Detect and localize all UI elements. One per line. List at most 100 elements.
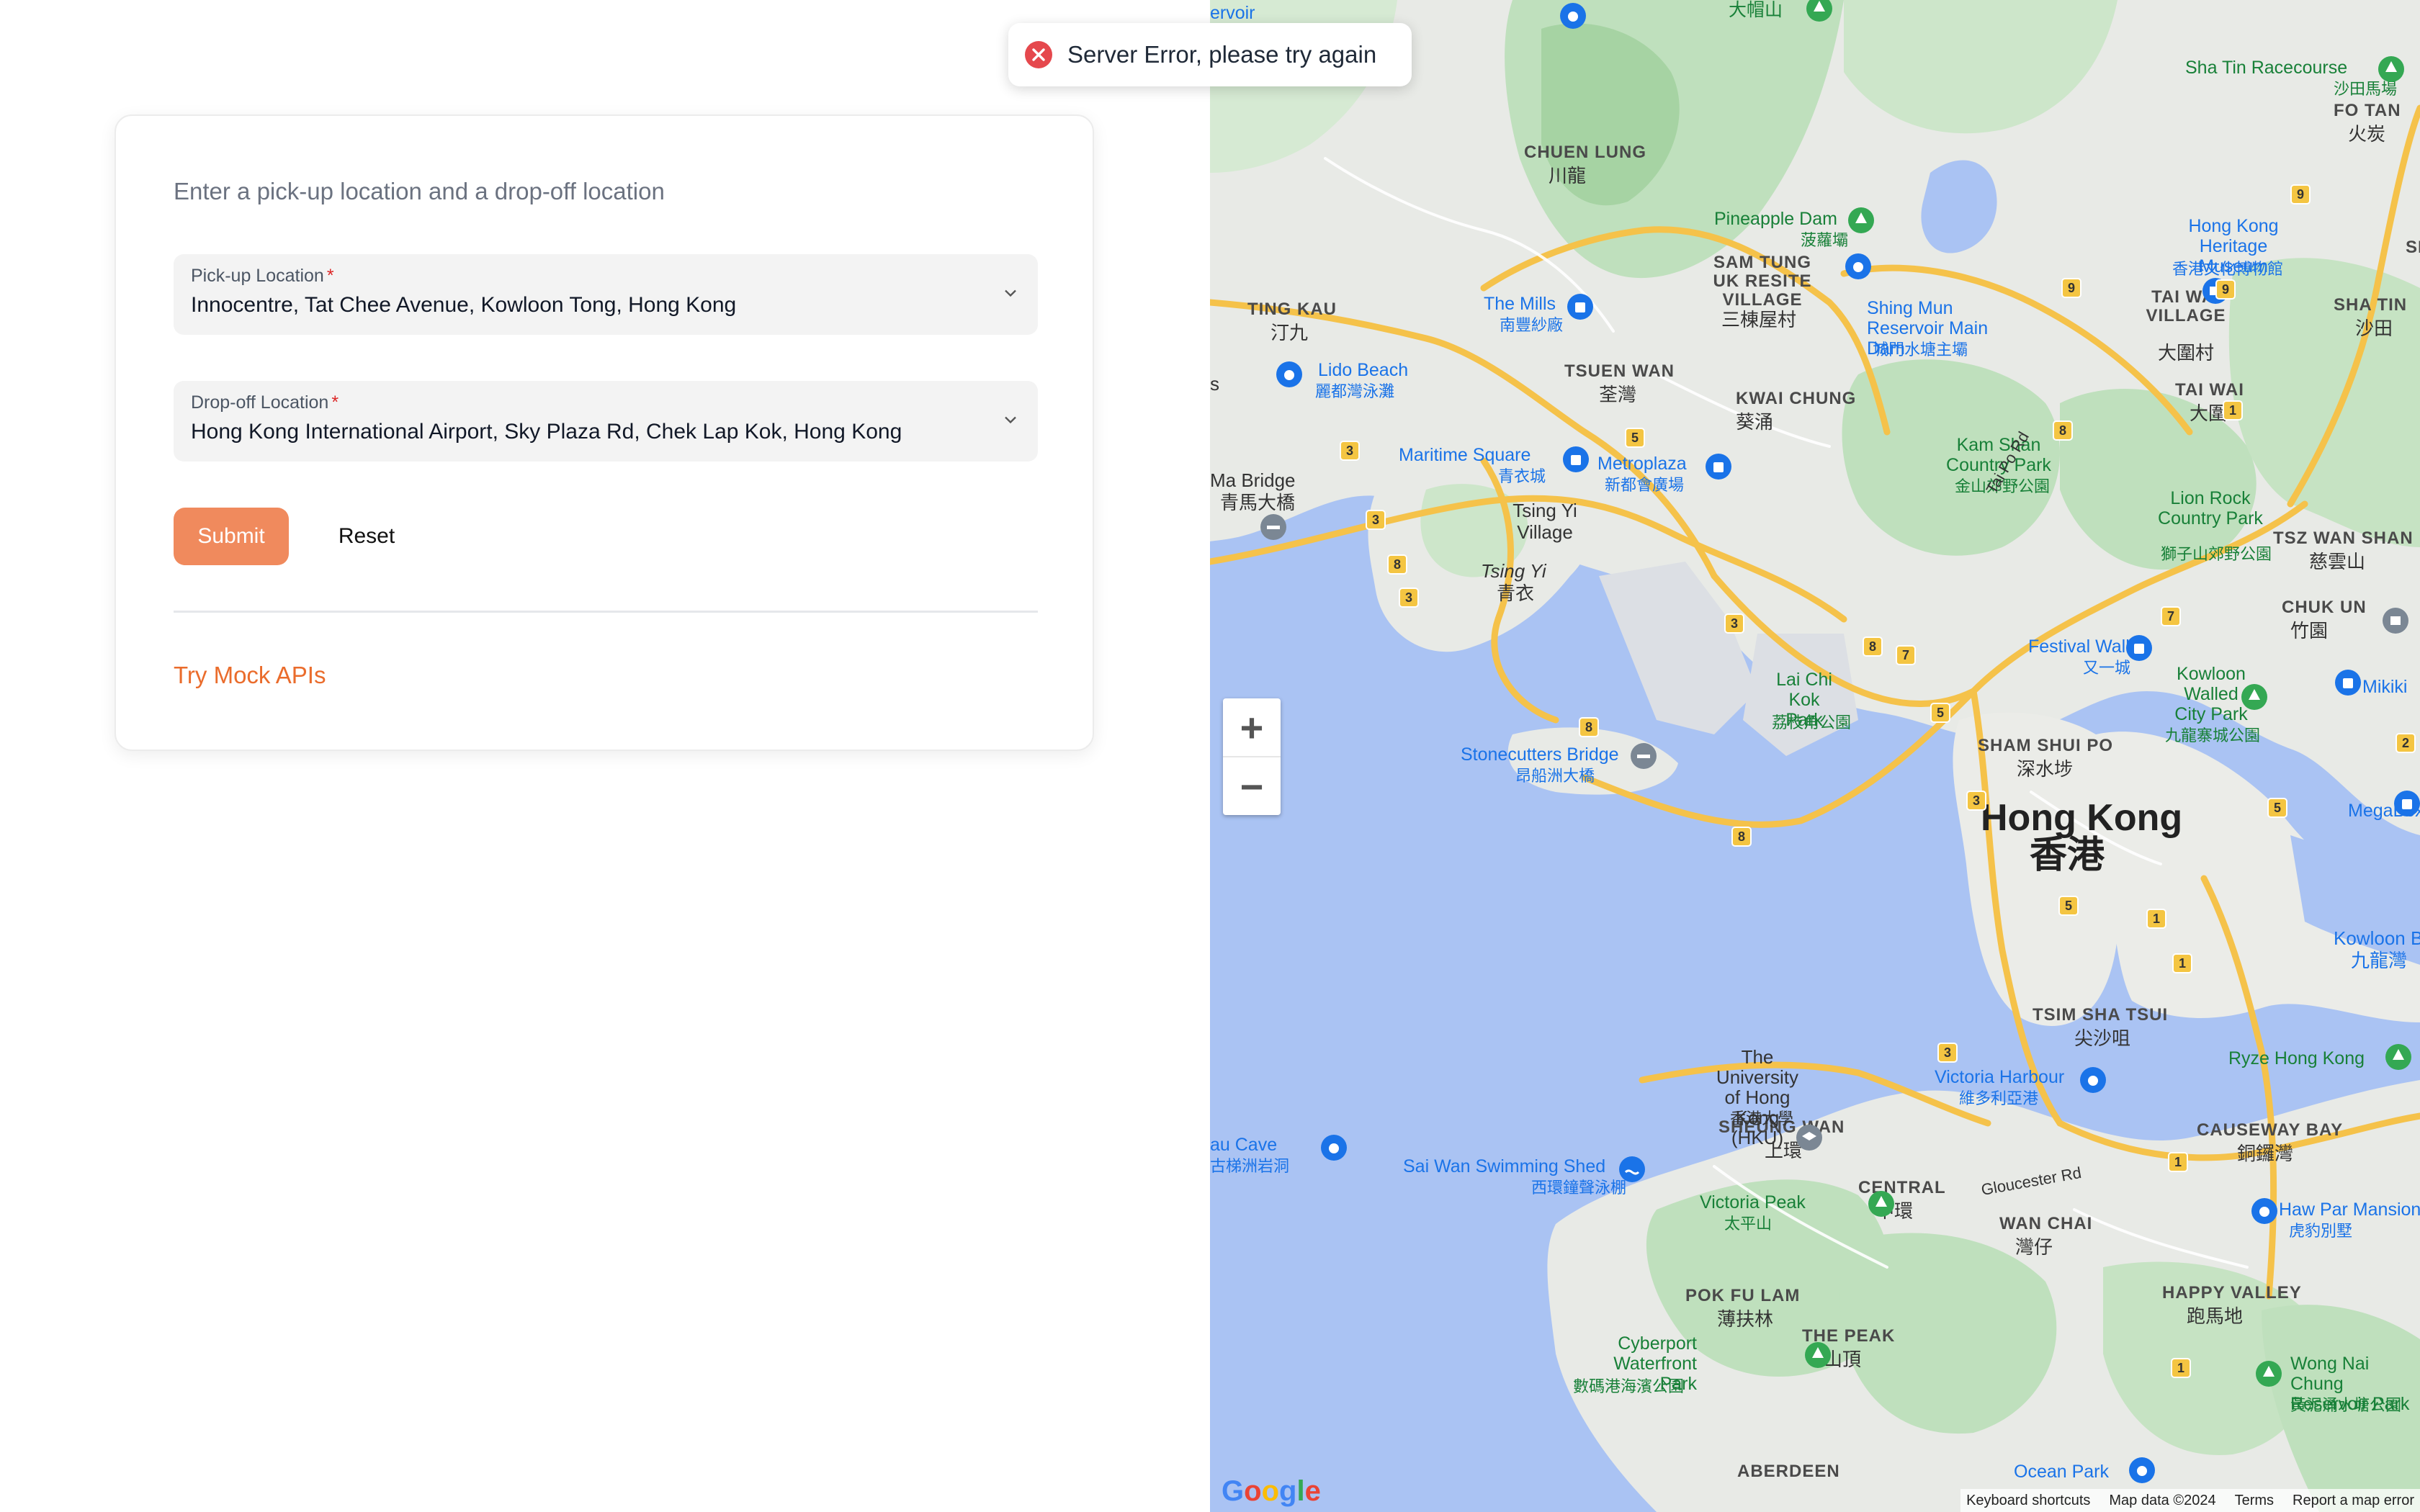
shopping-marker-icon[interactable] — [1561, 445, 1590, 474]
submit-button[interactable]: Submit — [174, 508, 289, 565]
camera-marker-icon[interactable] — [2079, 1066, 2107, 1094]
map-poi[interactable]: 虎豹別墅 — [2289, 1218, 2352, 1241]
shopping-marker-icon[interactable] — [1566, 292, 1595, 321]
camera-marker-icon[interactable] — [1559, 1, 1587, 30]
map-label: TSZ WAN SHAN — [2273, 528, 2414, 548]
try-mock-apis-link[interactable]: Try Mock APIs — [174, 662, 326, 689]
bridge-marker-icon[interactable] — [1629, 742, 1658, 770]
map-poi[interactable]: Victoria Peak — [1700, 1192, 1806, 1213]
bridge-marker-icon[interactable] — [1259, 513, 1288, 541]
google-map[interactable]: + − ervoir 大帽山 CHUEN LUNG 川龍 TING KAU 汀九… — [1210, 0, 2420, 1512]
temple-marker-icon[interactable] — [2381, 606, 2410, 635]
dropoff-location-select[interactable]: Drop-off Location * Hong Kong Internation… — [174, 381, 1038, 462]
map-poi[interactable]: 九龍寨城公園 — [2165, 723, 2260, 746]
shopping-marker-icon[interactable] — [2393, 789, 2420, 818]
map-poi[interactable]: The University of Hong Kong (HKU) — [1707, 1047, 1808, 1148]
map-poi[interactable]: 麗都灣泳灘 — [1315, 379, 1394, 402]
map-poi[interactable]: Lion Rock Country Park — [2149, 488, 2272, 528]
map-label: 葵涌 — [1736, 411, 1774, 433]
map-poi[interactable]: Ryze Hong Kong — [2228, 1048, 2365, 1069]
shopping-marker-icon[interactable] — [2334, 668, 2362, 697]
map-poi[interactable]: Lido Beach — [1318, 360, 1408, 381]
camera-marker-icon[interactable] — [2128, 1456, 2156, 1485]
map-poi[interactable]: 黃泥涌水塘公園 — [2290, 1392, 2401, 1416]
chevron-down-icon[interactable] — [1000, 283, 1021, 303]
park-marker-icon[interactable] — [2377, 55, 2406, 84]
map-poi[interactable]: 數碼港海濱公園 — [1573, 1374, 1684, 1397]
pool-marker-icon[interactable] — [1618, 1155, 1646, 1184]
map-label: 銅鑼灣 — [2237, 1143, 2294, 1164]
park-marker-icon[interactable] — [1847, 206, 1876, 235]
map-poi[interactable]: Pineapple Dam — [1714, 209, 1837, 230]
map-poi[interactable]: Metroplaza — [1597, 454, 1687, 474]
google-logo[interactable]: Google — [1222, 1475, 1321, 1508]
map-label: s — [1210, 373, 1219, 395]
school-marker-icon[interactable] — [1795, 1123, 1824, 1152]
required-mark: * — [331, 392, 339, 413]
map-zoom-control: + − — [1223, 698, 1281, 815]
park-marker-icon[interactable] — [1867, 1189, 1896, 1218]
map-poi[interactable]: 青衣城 — [1498, 464, 1546, 487]
terms-link[interactable]: Terms — [2235, 1493, 2274, 1509]
route-shield: 9 — [2061, 278, 2081, 298]
route-shield: 3 — [1340, 441, 1360, 461]
park-marker-icon[interactable] — [2254, 1359, 2283, 1388]
shopping-marker-icon[interactable] — [1704, 452, 1733, 481]
park-marker-icon[interactable] — [2384, 1043, 2413, 1071]
map-poi[interactable]: 太平山 — [1724, 1211, 1772, 1234]
chevron-down-icon[interactable] — [1000, 410, 1021, 430]
pickup-location-label: Pick-up Location * — [191, 266, 334, 286]
map-poi[interactable]: 菠蘿壩 — [1801, 228, 1848, 251]
map-poi[interactable]: Maritime Square — [1399, 445, 1531, 466]
map-poi[interactable]: 古梯洲岩洞 — [1210, 1153, 1289, 1176]
keyboard-shortcuts-link[interactable]: Keyboard shortcuts — [1966, 1493, 2090, 1509]
zoom-out-button[interactable]: − — [1223, 757, 1281, 815]
map-poi[interactable]: 維多利亞港 — [1959, 1086, 2038, 1109]
reset-button[interactable]: Reset — [323, 508, 410, 565]
map-poi[interactable]: au Cave — [1210, 1135, 1277, 1156]
route-shield: 8 — [1863, 636, 1883, 657]
route-shield: 1 — [2223, 400, 2243, 420]
report-map-error-link[interactable]: Report a map error — [2293, 1493, 2414, 1509]
map-poi[interactable]: 獅子山郊野公園 — [2161, 541, 2272, 564]
route-shield: 8 — [1731, 827, 1752, 847]
map-poi[interactable]: Sha Tin Racecourse — [2185, 58, 2347, 78]
map-label: 九龍灣 — [2351, 950, 2408, 971]
map-label: 荃灣 — [1599, 384, 1637, 405]
route-shield: 3 — [1966, 791, 1986, 811]
map-poi[interactable]: Festival Walk — [2028, 636, 2135, 657]
map-poi[interactable]: Stonecutters Bridge — [1461, 744, 1619, 765]
map-label: 大帽山 — [1729, 0, 1783, 20]
map-label: 汀九 — [1270, 322, 1309, 343]
zoom-in-button[interactable]: + — [1223, 698, 1281, 756]
route-shield: 5 — [1930, 703, 1950, 723]
map-poi[interactable]: Mikiki — [2362, 677, 2408, 698]
map-poi[interactable]: Ocean Park — [2014, 1462, 2109, 1482]
map-poi[interactable]: 西環鐘聲泳棚 — [1531, 1175, 1626, 1198]
map-label: 薄扶林 — [1717, 1308, 1774, 1330]
map-label: 青衣 — [1497, 582, 1535, 604]
camera-marker-icon[interactable] — [1844, 252, 1873, 281]
map-label: ervoir — [1210, 3, 1255, 23]
map-poi[interactable]: 又一城 — [2083, 655, 2130, 678]
park-marker-icon[interactable] — [2240, 683, 2269, 711]
map-poi[interactable]: 昂船洲大橋 — [1515, 763, 1595, 786]
map-poi[interactable]: Haw Par Mansion — [2279, 1200, 2420, 1220]
pickup-location-select[interactable]: Pick-up Location * Innocentre, Tat Chee A… — [174, 254, 1038, 335]
map-poi[interactable]: Victoria Harbour — [1935, 1067, 2064, 1088]
camera-marker-icon[interactable] — [1319, 1133, 1348, 1162]
map-label: ABERDEEN — [1737, 1462, 1840, 1481]
park-marker-icon[interactable] — [1803, 1341, 1832, 1369]
camera-marker-icon[interactable] — [1275, 360, 1304, 389]
map-poi[interactable]: 城門水塘主壩 — [1873, 337, 1968, 360]
map-poi[interactable]: Sai Wan Swimming Shed — [1403, 1156, 1605, 1177]
park-marker-icon[interactable] — [1805, 0, 1834, 23]
map-poi[interactable]: 香港大學 — [1730, 1106, 1793, 1129]
route-shield: 5 — [2267, 798, 2287, 818]
camera-marker-icon[interactable] — [2250, 1197, 2279, 1225]
map-poi[interactable]: 荔枝角公園 — [1772, 710, 1851, 733]
map-poi[interactable]: 新都會廣場 — [1605, 472, 1684, 495]
map-poi[interactable]: The Mills — [1484, 294, 1556, 315]
shopping-marker-icon[interactable] — [2125, 634, 2154, 662]
map-poi[interactable]: 南豐紗廠 — [1500, 312, 1563, 336]
